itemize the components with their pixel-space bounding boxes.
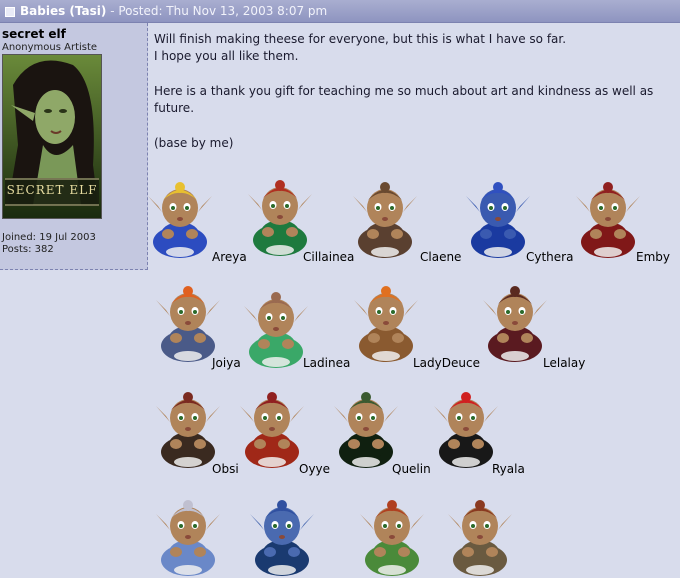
baby-figure [156,494,220,578]
baby-name-label: Cythera [526,250,574,264]
baby-figure [156,386,220,470]
baby-elf-image [466,182,530,258]
post-title[interactable]: Babies (Tasi) [20,4,106,18]
baby-name-label: LadyDeuce [413,356,480,370]
baby-figure [156,280,220,364]
post-date: Posted: Thu Nov 13, 2003 8:07 pm [118,4,328,18]
baby-elf-image [156,500,220,576]
post-body: Will finish making theese for everyone, … [154,31,676,152]
baby-figure [148,176,212,260]
baby-figure [483,280,547,364]
baby-elf-image [156,286,220,362]
baby-figure [240,386,304,470]
baby-elf-image [360,500,424,576]
baby-figure [434,386,498,470]
baby-elf-image [334,392,398,468]
baby-elf-image [448,500,512,576]
baby-figure [250,494,314,578]
baby-elf-image [576,182,640,258]
user-joined: Joined: 19 Jul 2003 [2,232,96,243]
baby-figure [244,286,308,370]
baby-name-label: Cillainea [303,250,355,264]
baby-figure [466,176,530,260]
baby-name-label: Lelalay [543,356,586,370]
baby-elf-image [483,286,547,362]
username[interactable]: secret elf [2,27,66,41]
baby-name-label: Ladinea [303,356,351,370]
post-header: Babies (Tasi) - Posted: Thu Nov 13, 2003… [0,0,680,23]
header-separator: - [106,4,119,18]
baby-elf-image [156,392,220,468]
user-rank: Anonymous Artiste [2,42,98,53]
baby-elf-image [148,182,212,258]
baby-elf-image [250,500,314,576]
baby-name-label: Areya [212,250,247,264]
message-line: Here is a thank you gift for teaching me… [154,84,654,98]
baby-elf-image [240,392,304,468]
baby-name-label: Joiya [212,356,241,370]
baby-figure [334,386,398,470]
baby-figure [360,494,424,578]
baby-figure [354,280,418,364]
post-icon [5,6,15,17]
baby-name-label: Emby [636,250,670,264]
baby-figure [248,174,312,258]
baby-figure [448,494,512,578]
baby-elf-image [353,182,417,258]
baby-elf-image [434,392,498,468]
baby-elf-image [244,292,308,368]
baby-name-label: Quelin [392,462,431,476]
avatar: SECRET ELF [2,54,102,219]
message-line: I hope you all like them. [154,49,299,63]
baby-name-label: Obsi [212,462,239,476]
message-line: future. [154,101,195,115]
message-line: (base by me) [154,136,234,150]
baby-figure [576,176,640,260]
message-line: Will finish making theese for everyone, … [154,32,567,46]
avatar-logo-text: SECRET ELF [6,183,98,197]
baby-name-label: Claene [420,250,462,264]
baby-figure [353,176,417,260]
user-post-count: Posts: 382 [2,244,54,255]
baby-name-label: Ryala [492,462,525,476]
baby-gallery: Areya Cillainea Claene Cythera Emby Joiya Ladi… [148,172,680,576]
baby-name-label: Oyye [299,462,331,476]
baby-elf-image [248,180,312,256]
user-info-panel: secret elf Anonymous Artiste SECRET ELF … [0,23,148,270]
baby-elf-image [354,286,418,362]
